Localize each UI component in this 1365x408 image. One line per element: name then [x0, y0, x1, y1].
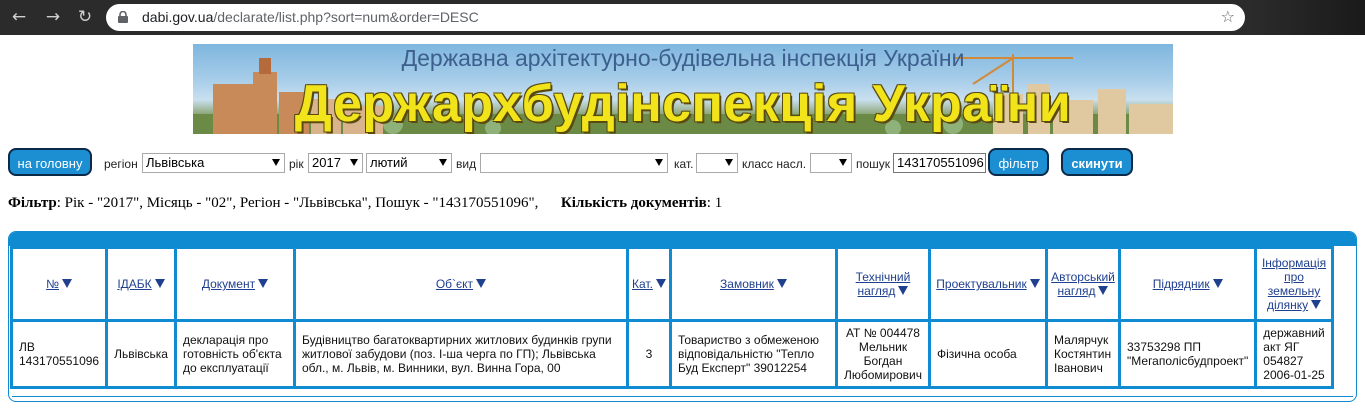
sort-link[interactable]: Підрядник: [1153, 277, 1210, 291]
sort-arrow-icon[interactable]: [258, 279, 269, 288]
sort-arrow-icon[interactable]: [1029, 279, 1040, 288]
sort-arrow-icon[interactable]: [1098, 286, 1109, 295]
column-header[interactable]: Об`єкт: [295, 249, 626, 319]
browser-toolbar: ← → ↻ dabi.gov.ua/declarate/list.php?sor…: [0, 0, 1365, 35]
filter-button[interactable]: фільтр: [988, 148, 1049, 176]
category-select[interactable]: [696, 153, 738, 173]
sort-link[interactable]: Проектувальник: [936, 277, 1026, 291]
table-cell: Будівництво багатоквартирних житлових бу…: [295, 322, 626, 386]
region-label: регіон: [104, 157, 138, 171]
table-cell: Фізична особа: [931, 322, 1045, 386]
table-cell: декларація про готовність об'єкта до екс…: [176, 322, 293, 386]
document-count-text: : 1: [706, 195, 723, 211]
column-header[interactable]: Документ: [176, 249, 293, 319]
sort-arrow-icon[interactable]: [898, 286, 909, 295]
chevron-down-icon: [839, 159, 847, 166]
search-label: пошук: [856, 157, 891, 171]
year-select[interactable]: 2017: [308, 153, 363, 173]
kind-select[interactable]: [480, 153, 668, 173]
url-text: dabi.gov.ua/declarate/list.php?sort=num&…: [142, 9, 479, 25]
table-top-bar: [9, 232, 1356, 246]
table-cell: 33753298 ПП "Мегаполісбудпроект": [1121, 322, 1255, 386]
filter-summary-title: Фільтр: [8, 195, 57, 211]
sort-arrow-icon[interactable]: [776, 279, 787, 288]
sort-arrow-icon[interactable]: [1311, 300, 1322, 309]
column-header[interactable]: Кат.: [628, 249, 669, 319]
sort-link[interactable]: ІДАБК: [117, 277, 151, 291]
reset-button[interactable]: скинути: [1061, 148, 1133, 176]
back-icon[interactable]: ←: [8, 6, 30, 28]
reload-icon[interactable]: ↻: [74, 6, 96, 28]
region-select[interactable]: Львівська: [142, 153, 285, 173]
table-cell: 3: [628, 322, 669, 386]
url-host: dabi.gov.ua: [142, 9, 214, 25]
table-cell: ЛВ 143170551096: [13, 322, 106, 386]
column-header[interactable]: Замовник: [671, 249, 835, 319]
document-count-title: Кількість документів: [560, 195, 707, 211]
chevron-down-icon: [655, 159, 663, 166]
table-bottom-border: [12, 396, 1353, 397]
filter-summary-text: : Рік - "2017", Місяць - "02", Регіон - …: [56, 195, 539, 211]
sort-link[interactable]: Документ: [202, 277, 255, 291]
table-cell: АТ № 004478 Мельник Богдан Любомирович: [837, 322, 928, 386]
column-header[interactable]: Технічний нагляд: [837, 249, 928, 319]
sort-arrow-icon[interactable]: [655, 279, 666, 288]
forward-icon[interactable]: →: [42, 6, 64, 28]
table-row: ЛВ 143170551096 Львівська декларація про…: [13, 322, 1331, 386]
class-select[interactable]: [810, 153, 852, 173]
column-header[interactable]: Підрядник: [1121, 249, 1255, 319]
year-value: 2017: [312, 155, 341, 170]
month-select[interactable]: лютий: [366, 153, 452, 173]
kind-label: вид: [456, 157, 477, 171]
sort-arrow-icon[interactable]: [61, 279, 72, 288]
table-cell: Малярчук Костянтин Іванович: [1048, 322, 1118, 386]
extensions-area: [1252, 0, 1365, 35]
year-label: рік: [289, 157, 304, 171]
table-cell: Львівська: [108, 322, 174, 386]
table-header-row: № ІДАБК Документ Об`єкт Кат. Замовник Те…: [13, 249, 1331, 319]
chevron-down-icon: [439, 159, 447, 166]
column-header[interactable]: №: [13, 249, 106, 319]
site-banner: Державна архітектурно-будівельна інспекц…: [193, 44, 1173, 134]
results-table-container: № ІДАБК Документ Об`єкт Кат. Замовник Те…: [8, 231, 1357, 402]
column-header[interactable]: Проектувальник: [931, 249, 1045, 319]
filter-summary: Фільтр: Рік - "2017", Місяць - "02", Рег…: [8, 195, 722, 212]
lock-icon: [118, 11, 128, 23]
sort-arrow-icon[interactable]: [154, 279, 165, 288]
banner-subtitle: Державна архітектурно-будівельна інспекц…: [401, 45, 965, 71]
sort-arrow-icon[interactable]: [476, 279, 487, 288]
sort-arrow-icon[interactable]: [1212, 279, 1223, 288]
sort-link[interactable]: Об`єкт: [436, 277, 473, 291]
category-label: кат.: [674, 157, 694, 171]
region-value: Львівська: [146, 155, 205, 170]
table-cell: державний акт ЯГ 054827 2006-01-25: [1257, 322, 1331, 386]
class-label: класс насл.: [742, 157, 807, 171]
column-header[interactable]: Інформація про земельну ділянку: [1257, 249, 1331, 319]
sort-link[interactable]: №: [46, 277, 59, 291]
sort-link[interactable]: Кат.: [632, 277, 653, 291]
chevron-down-icon: [350, 159, 358, 166]
chevron-down-icon: [272, 159, 280, 166]
url-path: /declarate/list.php?sort=num&order=DESC: [213, 9, 479, 25]
search-input[interactable]: 143170551096: [893, 153, 986, 173]
table-cell: Товариство з обмеженою відповідальністю …: [671, 322, 835, 386]
month-value: лютий: [370, 155, 408, 170]
bookmark-star-icon[interactable]: ☆: [1221, 7, 1235, 26]
sort-link[interactable]: Замовник: [720, 277, 774, 291]
column-header[interactable]: Авторський нагляд: [1048, 249, 1118, 319]
address-bar[interactable]: dabi.gov.ua/declarate/list.php?sort=num&…: [106, 4, 1245, 31]
banner-title: Держархбудінспекція України: [294, 75, 1072, 133]
home-button[interactable]: на головну: [8, 148, 92, 176]
chevron-down-icon: [725, 159, 733, 166]
column-header[interactable]: ІДАБК: [108, 249, 174, 319]
results-table: № ІДАБК Документ Об`єкт Кат. Замовник Те…: [10, 246, 1334, 389]
